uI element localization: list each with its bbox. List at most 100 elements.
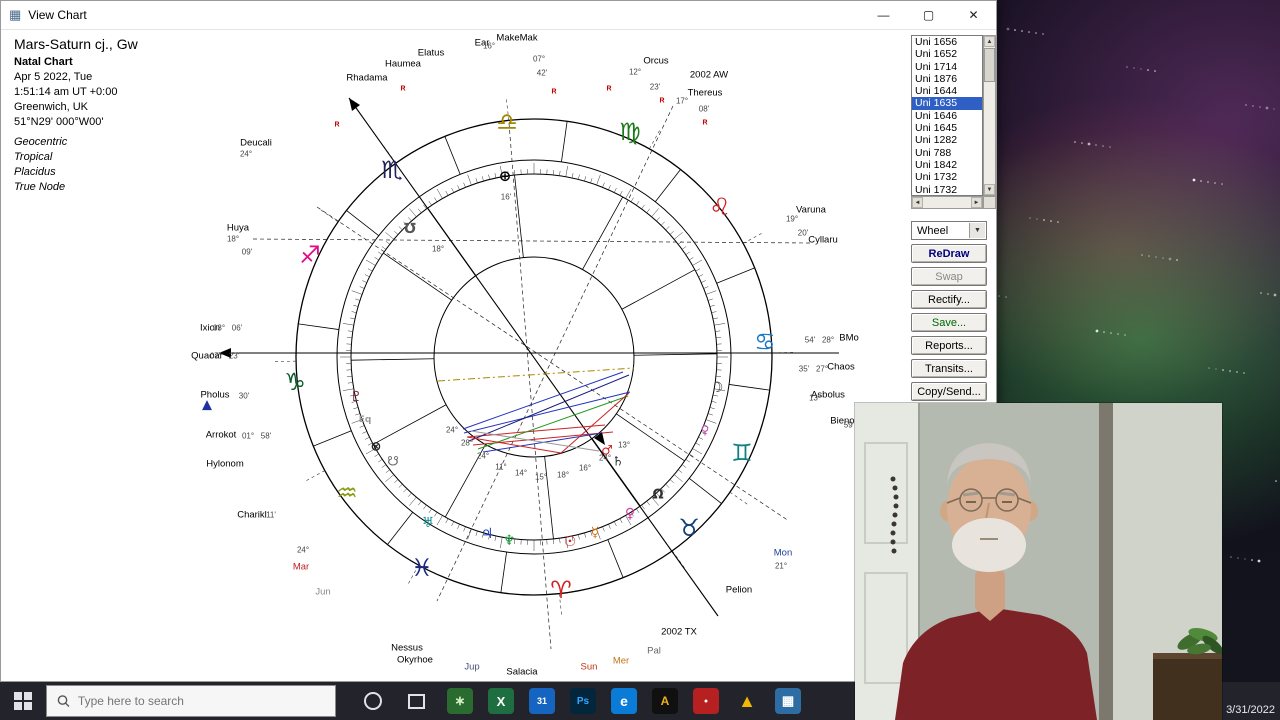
planet-glyph-11: ♀ xyxy=(624,506,636,522)
planet-glyph-9: ☉ xyxy=(563,534,577,550)
excel-icon[interactable]: X xyxy=(488,688,514,714)
save-button[interactable]: Save... xyxy=(911,313,987,332)
body-label-orcus: Orcus xyxy=(643,55,669,67)
degree-label-31: 11° xyxy=(495,462,507,472)
list-item-uni-1714[interactable]: Uni 1714 xyxy=(912,61,982,73)
capricorn-glyph: ♑ xyxy=(284,368,306,396)
body-label-sun: Sun xyxy=(580,661,598,673)
window-title: View Chart xyxy=(28,8,87,22)
degree-label-2: 16° xyxy=(482,41,496,51)
list-item-uni-1645[interactable]: Uni 1645 xyxy=(912,122,982,134)
degree-label-29: 28° xyxy=(460,438,474,448)
scroll-down-icon[interactable]: ▼ xyxy=(984,184,995,195)
body-label-salacia: Salacia xyxy=(506,666,538,678)
planet-glyph-0: ⊕ xyxy=(498,167,512,185)
list-item-uni-1646[interactable]: Uni 1646 xyxy=(912,110,982,122)
scroll-up-icon[interactable]: ▲ xyxy=(984,36,995,47)
body-label-elatus: Elatus xyxy=(417,47,445,59)
minimize-button[interactable]: — xyxy=(861,1,906,29)
start-button[interactable] xyxy=(0,682,46,720)
setting-true-node: True Node xyxy=(14,181,66,193)
degree-label-39: 18° xyxy=(431,244,445,254)
calendar-icon[interactable]: 31 xyxy=(529,688,555,714)
transits-button[interactable]: Transits... xyxy=(911,359,987,378)
degree-label-14: 07° xyxy=(209,351,223,361)
body-label-pelion: Pelion xyxy=(725,584,753,596)
list-item-uni-1635[interactable]: Uni 1635 xyxy=(912,97,982,110)
swap-button[interactable]: Swap xyxy=(911,267,987,286)
list-item-uni-788[interactable]: Uni 788 xyxy=(912,147,982,159)
body-label-varuna: Varuna xyxy=(796,204,826,216)
search-input[interactable] xyxy=(77,694,325,708)
list-item-uni-1732[interactable]: Uni 1732 xyxy=(912,171,982,183)
degree-label-16: 30' xyxy=(238,391,250,401)
degree-label-10: 18° xyxy=(226,234,240,244)
chart-type: Natal Chart xyxy=(14,56,73,68)
libra-glyph: ♎ xyxy=(496,108,518,136)
list-vertical-scrollbar[interactable]: ▲ ▼ xyxy=(983,35,996,196)
rectify-button[interactable]: Rectify... xyxy=(911,290,987,309)
beard xyxy=(952,518,1026,572)
list-item-uni-1644[interactable]: Uni 1644 xyxy=(912,85,982,97)
scroll-left-icon[interactable]: ◄ xyxy=(912,197,923,208)
planet-glyph-8: ♆ xyxy=(502,533,516,549)
pisces-glyph: ♓ xyxy=(411,554,433,582)
red-app-icon[interactable]: ● xyxy=(693,688,719,714)
scorpio-glyph: ♏ xyxy=(381,156,403,184)
plant-app-icon[interactable]: ∗ xyxy=(447,688,473,714)
body-label-nessus: Nessus xyxy=(391,642,423,654)
taskbar-search[interactable] xyxy=(46,685,336,717)
eyebrow xyxy=(998,491,1016,497)
setting-geocentric: Geocentric xyxy=(14,136,68,148)
chart-title: Mars-Saturn cj., Gw xyxy=(14,36,138,52)
body-label-pal: Pal xyxy=(647,645,661,657)
body-label-mon: Mon xyxy=(773,547,793,559)
redraw-button[interactable]: ReDraw xyxy=(911,244,987,263)
maximize-button[interactable]: ▢ xyxy=(906,1,951,29)
planet-glyph-10: ☿ xyxy=(590,525,600,541)
view-mode-dropdown[interactable]: Wheel ▼ xyxy=(911,221,987,240)
cortana-icon[interactable] xyxy=(364,692,382,710)
body-label-huya: Huya xyxy=(226,222,250,234)
close-button[interactable]: ✕ xyxy=(951,1,996,29)
list-item-uni-1732[interactable]: Uni 1732 xyxy=(912,184,982,195)
degree-label-37: 13° xyxy=(617,440,631,450)
virgo-glyph: ♍ xyxy=(619,118,641,146)
list-item-uni-1656[interactable]: Uni 1656 xyxy=(912,36,982,48)
chart-coords: 51°N29' 000°W00' xyxy=(14,116,104,128)
scroll-right-icon[interactable]: ► xyxy=(971,197,982,208)
body-label-2002-aw: 2002 AW xyxy=(689,69,729,81)
body-label-jup: Jup xyxy=(464,661,480,673)
chart-file-list[interactable]: Uni 1656 Uni 1652 Uni 1714 Uni 1876 Uni 1644… xyxy=(911,35,983,196)
body-label-deucali: Deucali xyxy=(240,137,272,149)
chart-info: Mars-Saturn cj., Gw Natal Chart Apr 5 20… xyxy=(14,37,138,195)
degree-label-30: 24° xyxy=(476,451,490,461)
windows-logo-icon xyxy=(14,692,32,710)
task-view-icon[interactable] xyxy=(408,693,425,709)
reports-button[interactable]: Reports... xyxy=(911,336,987,355)
list-item-uni-1842[interactable]: Uni 1842 xyxy=(912,159,982,171)
body-label-thereus: Thereus xyxy=(687,87,723,99)
photoshop-icon[interactable]: Ps xyxy=(570,688,596,714)
grid-app-icon[interactable]: ▦ xyxy=(775,688,801,714)
degree-label-32: 14° xyxy=(514,468,528,478)
degree-label-26: 59' xyxy=(843,420,855,430)
body-label-cyllaru: Cyllaru xyxy=(808,234,838,246)
degree-label-21: 13° xyxy=(808,393,822,403)
warning-app-icon[interactable]: ▲ xyxy=(734,688,760,714)
copy-send-button[interactable]: Copy/Send... xyxy=(911,382,987,401)
chevron-down-icon[interactable]: ▼ xyxy=(969,223,985,238)
list-horizontal-scrollbar[interactable]: ◄ ► xyxy=(911,196,983,209)
scrollbar-thumb[interactable] xyxy=(984,48,995,82)
aries-glyph: ♈ xyxy=(550,576,572,604)
body-label-jun: Jun xyxy=(315,586,331,598)
list-item-uni-1652[interactable]: Uni 1652 xyxy=(912,48,982,60)
list-item-uni-1876[interactable]: Uni 1876 xyxy=(912,73,982,85)
list-item-uni-1282[interactable]: Uni 1282 xyxy=(912,134,982,146)
taskbar-date[interactable]: 3/31/2022 xyxy=(1226,704,1275,716)
body-label-charikl: Charikl xyxy=(237,509,267,521)
degree-label-1: 42' xyxy=(536,68,548,78)
a-app-icon[interactable]: A xyxy=(652,688,678,714)
eyebrow xyxy=(962,491,980,497)
edge-icon[interactable]: e xyxy=(611,688,637,714)
